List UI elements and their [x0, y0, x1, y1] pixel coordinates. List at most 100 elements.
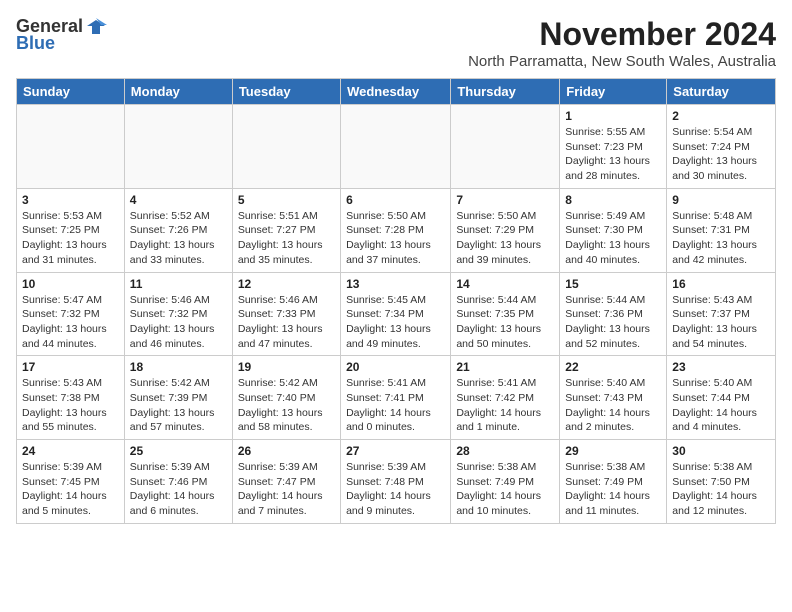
day-number: 16	[672, 277, 770, 291]
calendar-cell: 19 Sunrise: 5:42 AM Sunset: 7:40 PM Dayli…	[232, 356, 340, 440]
calendar-cell: 21 Sunrise: 5:41 AM Sunset: 7:42 PM Dayli…	[451, 356, 560, 440]
calendar-cell	[341, 105, 451, 189]
week-row-1: 1 Sunrise: 5:55 AM Sunset: 7:23 PM Daylig…	[17, 105, 776, 189]
weekday-header-thursday: Thursday	[451, 79, 560, 105]
calendar-cell: 11 Sunrise: 5:46 AM Sunset: 7:32 PM Dayli…	[124, 272, 232, 356]
calendar-cell: 14 Sunrise: 5:44 AM Sunset: 7:35 PM Dayli…	[451, 272, 560, 356]
calendar-cell: 28 Sunrise: 5:38 AM Sunset: 7:49 PM Dayli…	[451, 440, 560, 524]
calendar-cell	[17, 105, 125, 189]
calendar-cell: 6 Sunrise: 5:50 AM Sunset: 7:28 PM Daylig…	[341, 188, 451, 272]
day-number: 22	[565, 360, 661, 374]
calendar-cell: 13 Sunrise: 5:45 AM Sunset: 7:34 PM Dayli…	[341, 272, 451, 356]
week-row-2: 3Sunrise: 5:53 AM Sunset: 7:25 PM Daylig…	[17, 188, 776, 272]
logo-bird-icon	[85, 16, 107, 38]
day-number: 14	[456, 277, 554, 291]
day-number: 30	[672, 444, 770, 458]
calendar-cell: 24Sunrise: 5:39 AM Sunset: 7:45 PM Dayli…	[17, 440, 125, 524]
day-info: Sunrise: 5:42 AM Sunset: 7:40 PM Dayligh…	[238, 376, 335, 435]
day-info: Sunrise: 5:52 AM Sunset: 7:26 PM Dayligh…	[130, 209, 227, 268]
day-number: 25	[130, 444, 227, 458]
weekday-header-row: SundayMondayTuesdayWednesdayThursdayFrid…	[17, 79, 776, 105]
day-info: Sunrise: 5:46 AM Sunset: 7:32 PM Dayligh…	[130, 293, 227, 352]
week-row-4: 17Sunrise: 5:43 AM Sunset: 7:38 PM Dayli…	[17, 356, 776, 440]
day-number: 2	[672, 109, 770, 123]
day-info: Sunrise: 5:55 AM Sunset: 7:23 PM Dayligh…	[565, 125, 661, 184]
day-info: Sunrise: 5:39 AM Sunset: 7:47 PM Dayligh…	[238, 460, 335, 519]
day-number: 10	[22, 277, 119, 291]
day-number: 18	[130, 360, 227, 374]
day-info: Sunrise: 5:41 AM Sunset: 7:41 PM Dayligh…	[346, 376, 445, 435]
day-number: 17	[22, 360, 119, 374]
calendar-cell: 22Sunrise: 5:40 AM Sunset: 7:43 PM Dayli…	[560, 356, 667, 440]
day-info: Sunrise: 5:48 AM Sunset: 7:31 PM Dayligh…	[672, 209, 770, 268]
day-info: Sunrise: 5:45 AM Sunset: 7:34 PM Dayligh…	[346, 293, 445, 352]
day-number: 11	[130, 277, 227, 291]
weekday-header-friday: Friday	[560, 79, 667, 105]
calendar-table: SundayMondayTuesdayWednesdayThursdayFrid…	[16, 78, 776, 524]
day-number: 15	[565, 277, 661, 291]
week-row-5: 24Sunrise: 5:39 AM Sunset: 7:45 PM Dayli…	[17, 440, 776, 524]
calendar-cell: 25Sunrise: 5:39 AM Sunset: 7:46 PM Dayli…	[124, 440, 232, 524]
weekday-header-saturday: Saturday	[667, 79, 776, 105]
day-info: Sunrise: 5:44 AM Sunset: 7:36 PM Dayligh…	[565, 293, 661, 352]
logo: General Blue	[16, 16, 107, 54]
month-title: November 2024	[468, 16, 776, 53]
day-number: 20	[346, 360, 445, 374]
day-info: Sunrise: 5:40 AM Sunset: 7:44 PM Dayligh…	[672, 376, 770, 435]
calendar-cell: 27Sunrise: 5:39 AM Sunset: 7:48 PM Dayli…	[341, 440, 451, 524]
day-info: Sunrise: 5:39 AM Sunset: 7:48 PM Dayligh…	[346, 460, 445, 519]
day-info: Sunrise: 5:51 AM Sunset: 7:27 PM Dayligh…	[238, 209, 335, 268]
calendar-cell: 7Sunrise: 5:50 AM Sunset: 7:29 PM Daylig…	[451, 188, 560, 272]
calendar-cell: 2Sunrise: 5:54 AM Sunset: 7:24 PM Daylig…	[667, 105, 776, 189]
day-info: Sunrise: 5:47 AM Sunset: 7:32 PM Dayligh…	[22, 293, 119, 352]
day-number: 13	[346, 277, 445, 291]
day-info: Sunrise: 5:43 AM Sunset: 7:37 PM Dayligh…	[672, 293, 770, 352]
calendar-cell: 3Sunrise: 5:53 AM Sunset: 7:25 PM Daylig…	[17, 188, 125, 272]
weekday-header-monday: Monday	[124, 79, 232, 105]
calendar-cell: 29 Sunrise: 5:38 AM Sunset: 7:49 PM Dayli…	[560, 440, 667, 524]
calendar-cell: 9 Sunrise: 5:48 AM Sunset: 7:31 PM Daylig…	[667, 188, 776, 272]
calendar-cell: 17Sunrise: 5:43 AM Sunset: 7:38 PM Dayli…	[17, 356, 125, 440]
calendar-cell: 5 Sunrise: 5:51 AM Sunset: 7:27 PM Daylig…	[232, 188, 340, 272]
weekday-header-tuesday: Tuesday	[232, 79, 340, 105]
calendar-cell: 20 Sunrise: 5:41 AM Sunset: 7:41 PM Dayli…	[341, 356, 451, 440]
day-number: 6	[346, 193, 445, 207]
calendar-cell: 16 Sunrise: 5:43 AM Sunset: 7:37 PM Dayli…	[667, 272, 776, 356]
day-number: 26	[238, 444, 335, 458]
day-number: 29	[565, 444, 661, 458]
day-info: Sunrise: 5:38 AM Sunset: 7:49 PM Dayligh…	[456, 460, 554, 519]
day-info: Sunrise: 5:41 AM Sunset: 7:42 PM Dayligh…	[456, 376, 554, 435]
day-info: Sunrise: 5:38 AM Sunset: 7:49 PM Dayligh…	[565, 460, 661, 519]
day-number: 23	[672, 360, 770, 374]
calendar-cell: 30 Sunrise: 5:38 AM Sunset: 7:50 PM Dayli…	[667, 440, 776, 524]
weekday-header-wednesday: Wednesday	[341, 79, 451, 105]
calendar-cell: 8Sunrise: 5:49 AM Sunset: 7:30 PM Daylig…	[560, 188, 667, 272]
subtitle: North Parramatta, New South Wales, Austr…	[468, 53, 776, 70]
logo-blue: Blue	[16, 34, 55, 54]
day-info: Sunrise: 5:44 AM Sunset: 7:35 PM Dayligh…	[456, 293, 554, 352]
day-number: 4	[130, 193, 227, 207]
day-number: 21	[456, 360, 554, 374]
day-info: Sunrise: 5:38 AM Sunset: 7:50 PM Dayligh…	[672, 460, 770, 519]
calendar-cell: 12Sunrise: 5:46 AM Sunset: 7:33 PM Dayli…	[232, 272, 340, 356]
title-area: November 2024 North Parramatta, New Sout…	[468, 16, 776, 70]
calendar-cell: 1 Sunrise: 5:55 AM Sunset: 7:23 PM Daylig…	[560, 105, 667, 189]
calendar-cell	[232, 105, 340, 189]
page-header: General Blue November 2024 North Parrama…	[16, 16, 776, 70]
day-number: 24	[22, 444, 119, 458]
day-number: 1	[565, 109, 661, 123]
calendar-cell: 4 Sunrise: 5:52 AM Sunset: 7:26 PM Daylig…	[124, 188, 232, 272]
day-number: 19	[238, 360, 335, 374]
calendar-cell: 23 Sunrise: 5:40 AM Sunset: 7:44 PM Dayli…	[667, 356, 776, 440]
day-info: Sunrise: 5:53 AM Sunset: 7:25 PM Dayligh…	[22, 209, 119, 268]
day-info: Sunrise: 5:42 AM Sunset: 7:39 PM Dayligh…	[130, 376, 227, 435]
day-number: 7	[456, 193, 554, 207]
day-number: 8	[565, 193, 661, 207]
calendar-cell: 10 Sunrise: 5:47 AM Sunset: 7:32 PM Dayli…	[17, 272, 125, 356]
day-number: 9	[672, 193, 770, 207]
day-number: 5	[238, 193, 335, 207]
calendar-cell	[451, 105, 560, 189]
day-number: 28	[456, 444, 554, 458]
weekday-header-sunday: Sunday	[17, 79, 125, 105]
day-info: Sunrise: 5:50 AM Sunset: 7:28 PM Dayligh…	[346, 209, 445, 268]
